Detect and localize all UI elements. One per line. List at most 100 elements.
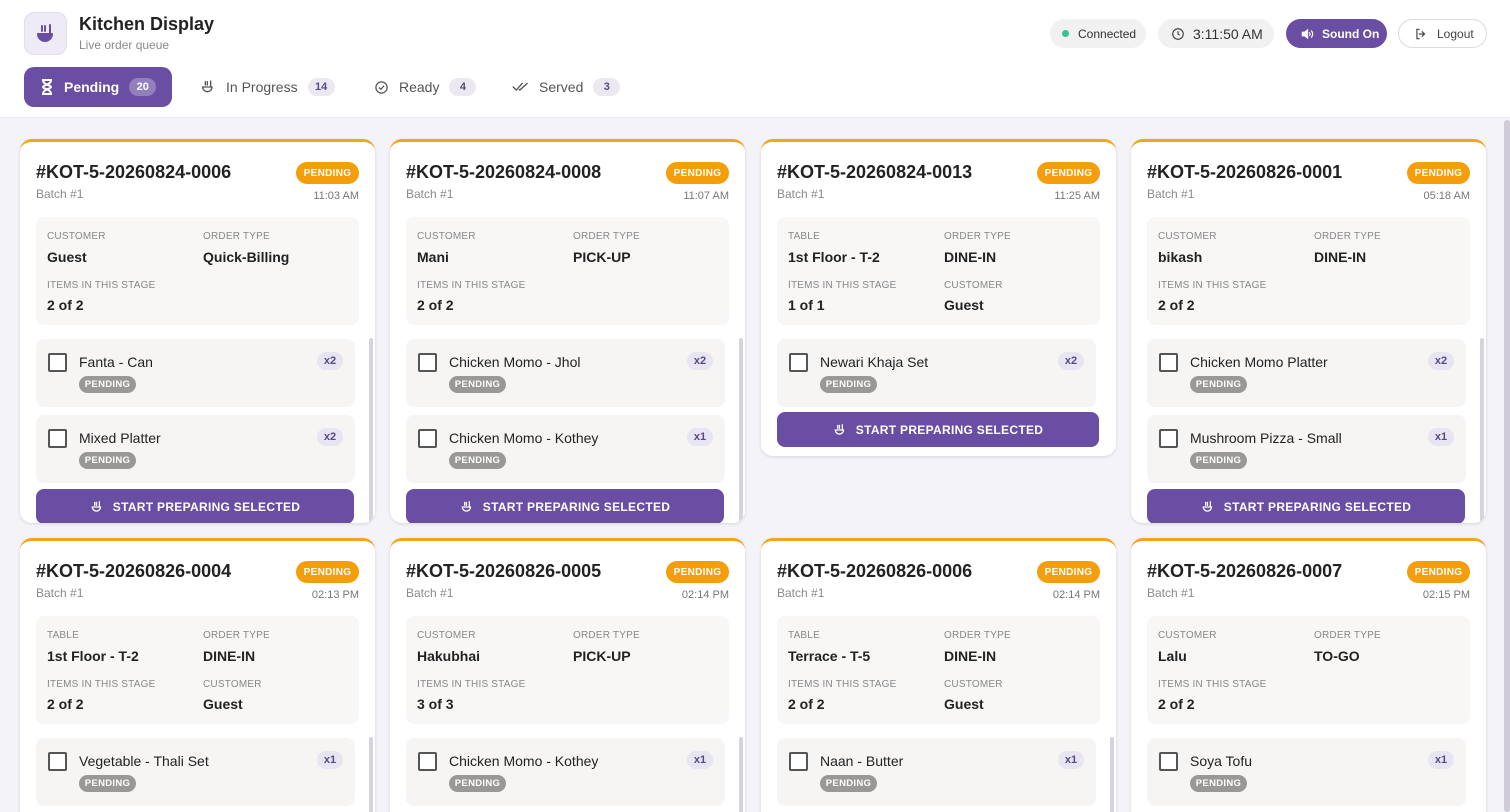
field-label: CUSTOMER xyxy=(47,231,106,242)
card-scrollbar[interactable] xyxy=(1480,338,1484,523)
logout-icon xyxy=(1416,28,1426,39)
order-card: #KOT-5-20260826-0006 Batch #1 PENDING 02… xyxy=(761,538,1116,812)
field-value: 2 of 2 xyxy=(417,297,454,313)
field-label: TABLE xyxy=(788,630,820,641)
field-label: TABLE xyxy=(788,231,820,242)
field-label: CUSTOMER xyxy=(1158,630,1217,641)
order-item: Chicken Momo - Kothey x1 PENDING xyxy=(406,738,725,806)
order-time: 02:14 PM xyxy=(1052,589,1100,601)
tab-label: Served xyxy=(539,79,584,95)
double-check-icon xyxy=(512,82,528,92)
field-label: ITEMS IN THIS STAGE xyxy=(417,280,526,291)
item-checkbox[interactable] xyxy=(418,752,437,771)
chef-ladle-icon xyxy=(201,80,213,93)
order-id: #KOT-5-20260824-0008 xyxy=(406,162,602,182)
status-badge: PENDING xyxy=(296,162,359,184)
field-label: ITEMS IN THIS STAGE xyxy=(47,679,156,690)
item-name: Fanta - Can xyxy=(79,354,153,370)
clock-time: 3:11:50 AM xyxy=(1193,25,1263,42)
item-quantity: x1 xyxy=(687,751,713,769)
field-value: DINE-IN xyxy=(944,249,997,265)
item-status-badge: PENDING xyxy=(79,775,136,792)
item-status-badge: PENDING xyxy=(79,452,136,469)
field-value: Quick-Billing xyxy=(203,249,290,265)
item-name: Mixed Platter xyxy=(79,430,161,446)
field-value: Guest xyxy=(203,696,243,712)
field-label: ORDER TYPE xyxy=(944,231,1011,242)
status-badge: PENDING xyxy=(1407,162,1470,184)
field-value: bikash xyxy=(1158,249,1203,265)
check-circle-icon xyxy=(375,80,388,94)
order-info: CUSTOMER Mani ORDER TYPE PICK-UP ITEMS I… xyxy=(406,217,729,325)
field-value: 2 of 2 xyxy=(788,696,825,712)
chef-ladle-icon xyxy=(1202,500,1212,512)
item-name: Chicken Momo - Kothey xyxy=(449,753,599,769)
field-label: ORDER TYPE xyxy=(203,630,270,641)
field-label: ITEMS IN THIS STAGE xyxy=(788,679,897,690)
chef-ladle-icon xyxy=(834,423,844,435)
main-scrollbar[interactable] xyxy=(1504,120,1510,812)
card-scrollbar[interactable] xyxy=(739,737,743,812)
order-id: #KOT-5-20260826-0006 xyxy=(777,561,973,581)
start-preparing-button[interactable]: START PREPARING SELECTED xyxy=(777,412,1099,447)
order-id: #KOT-5-20260826-0007 xyxy=(1147,561,1343,581)
logout-button[interactable]: Logout xyxy=(1398,19,1487,48)
item-checkbox[interactable] xyxy=(418,353,437,372)
field-label: ITEMS IN THIS STAGE xyxy=(1158,679,1267,690)
item-status-badge: PENDING xyxy=(449,452,506,469)
item-checkbox[interactable] xyxy=(789,752,808,771)
start-preparing-button[interactable]: START PREPARING SELECTED xyxy=(406,489,724,523)
item-status-badge: PENDING xyxy=(449,775,506,792)
logout-label: Logout xyxy=(1437,26,1474,41)
item-checkbox[interactable] xyxy=(1159,353,1178,372)
sound-toggle-button[interactable]: Sound On xyxy=(1286,19,1387,48)
tab-served[interactable]: Served 3 xyxy=(496,67,626,107)
card-scrollbar[interactable] xyxy=(1110,737,1114,812)
field-value: Terrace - T-5 xyxy=(788,648,871,664)
start-preparing-label: START PREPARING SELECTED xyxy=(1223,499,1412,514)
field-value: PICK-UP xyxy=(573,648,631,664)
start-preparing-button[interactable]: START PREPARING SELECTED xyxy=(1147,489,1465,523)
item-quantity: x1 xyxy=(1428,751,1454,769)
item-checkbox[interactable] xyxy=(48,752,67,771)
card-scrollbar[interactable] xyxy=(739,338,743,523)
item-quantity: x2 xyxy=(1428,352,1454,370)
tab-in-progress[interactable]: In Progress 14 xyxy=(184,67,344,107)
order-info: CUSTOMER Hakubhai ORDER TYPE PICK-UP ITE… xyxy=(406,616,729,724)
card-scrollbar[interactable] xyxy=(369,338,373,523)
batch-label: Batch #1 xyxy=(36,586,84,600)
order-card: #KOT-5-20260824-0013 Batch #1 PENDING 11… xyxy=(761,139,1116,456)
item-quantity: x2 xyxy=(687,352,713,370)
clock-icon xyxy=(1172,27,1184,40)
sound-label: Sound On xyxy=(1322,26,1380,41)
start-preparing-button[interactable]: START PREPARING SELECTED xyxy=(36,489,354,523)
item-checkbox[interactable] xyxy=(789,353,808,372)
order-info: TABLE Terrace - T-5 ORDER TYPE DINE-IN I… xyxy=(777,616,1100,724)
scrollbar-thumb[interactable] xyxy=(1504,120,1510,812)
tab-ready[interactable]: Ready 4 xyxy=(358,67,482,107)
order-time: 02:14 PM xyxy=(681,589,729,601)
item-status-badge: PENDING xyxy=(79,376,136,393)
item-name: Vegetable - Thali Set xyxy=(79,753,209,769)
field-value: Lalu xyxy=(1158,648,1187,664)
field-label: ORDER TYPE xyxy=(944,630,1011,641)
card-scrollbar[interactable] xyxy=(369,737,373,812)
order-card: #KOT-5-20260824-0006 Batch #1 PENDING 11… xyxy=(20,139,375,523)
field-label: CUSTOMER xyxy=(203,679,262,690)
order-time: 05:18 AM xyxy=(1423,190,1470,202)
item-checkbox[interactable] xyxy=(48,429,67,448)
item-name: Mushroom Pizza - Small xyxy=(1190,430,1342,446)
chef-ladle-icon xyxy=(36,23,53,42)
field-value: Mani xyxy=(417,249,449,265)
item-checkbox[interactable] xyxy=(418,429,437,448)
field-value: Guest xyxy=(47,249,87,265)
field-value: PICK-UP xyxy=(573,249,631,265)
item-checkbox[interactable] xyxy=(1159,752,1178,771)
chef-ladle-icon xyxy=(91,500,101,512)
item-checkbox[interactable] xyxy=(48,353,67,372)
tab-label: In Progress xyxy=(226,79,298,95)
tab-pending[interactable]: Pending 20 xyxy=(24,67,172,107)
item-checkbox[interactable] xyxy=(1159,429,1178,448)
field-value: Guest xyxy=(944,696,984,712)
order-info: CUSTOMER bikash ORDER TYPE DINE-IN ITEMS… xyxy=(1147,217,1470,325)
